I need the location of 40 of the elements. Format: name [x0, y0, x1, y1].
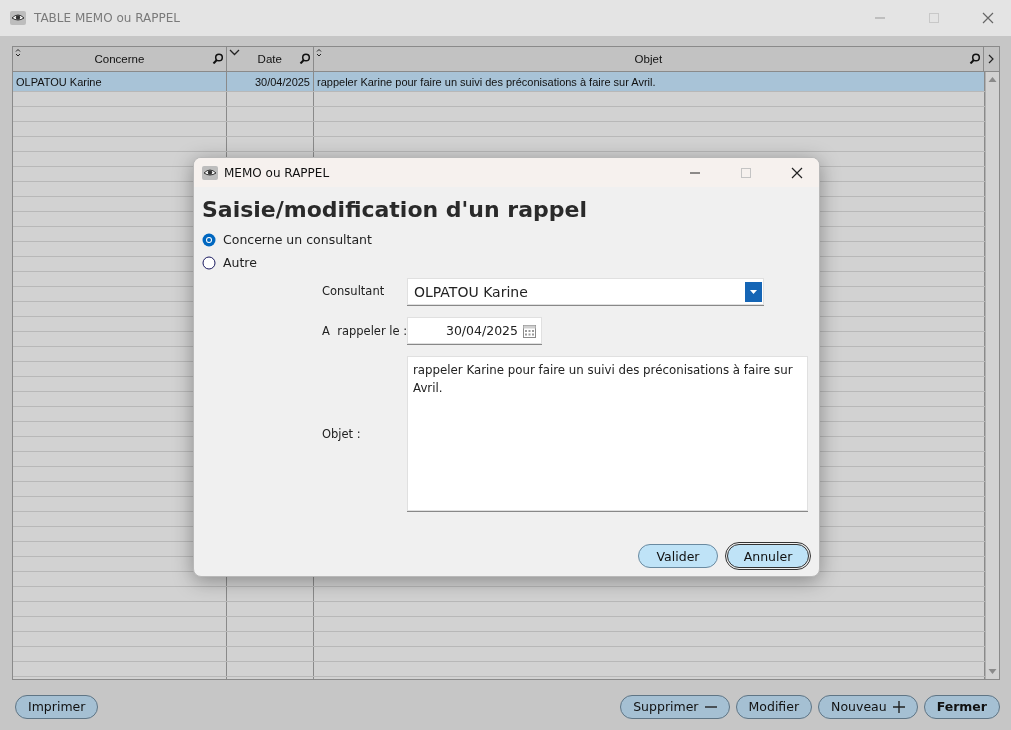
field-label: A rappeler le : [322, 322, 407, 340]
eye-icon [202, 165, 218, 180]
scrollbar[interactable] [985, 72, 999, 679]
footer-button[interactable]: Nouveau [818, 694, 918, 719]
footer-button[interactable]: Fermer [923, 694, 1000, 719]
search-icon[interactable] [211, 53, 223, 64]
date-field[interactable]: 30/04/2025 [407, 317, 542, 344]
caret-icon [749, 288, 758, 295]
radio-label[interactable]: Autre [223, 255, 257, 270]
radio-button[interactable] [202, 232, 216, 247]
plus-icon [892, 700, 905, 713]
footer-button[interactable]: Imprimer [15, 694, 99, 719]
text-area[interactable]: rappeler Karine pour faire un suivi des préconisations à faire sur Avril. [407, 356, 808, 511]
column-header-label[interactable]: Objet [634, 53, 663, 65]
search-icon[interactable] [969, 53, 980, 64]
table-cell: rappeler Karine pour faire un suivi des préconisations à faire sur Avril. [314, 72, 985, 91]
field-label: Consultant [322, 283, 386, 300]
chevron-right-icon[interactable] [987, 54, 996, 64]
dialog-heading: Saisie/modification d'un rappel [202, 197, 588, 222]
radio-button[interactable] [202, 255, 216, 270]
consultant-dropdown[interactable]: OLPATOU Karine [407, 278, 764, 305]
table-row[interactable]: OLPATOU Karine 30/04/2025 rappeler Karine pour faire un suivi des préconisations à faire sur Avril. [13, 72, 985, 92]
dialog-title: MEMO ou RAPPEL [224, 165, 331, 180]
calendar-icon [522, 322, 537, 339]
radio-label[interactable]: Concerne un consultant [223, 232, 372, 247]
table-cell: 30/04/2025 [227, 72, 314, 91]
footer-button[interactable]: Modifier [735, 694, 813, 719]
scroll-down-icon [988, 668, 997, 675]
column-header-label[interactable]: Concerne [94, 53, 145, 65]
column-header-label[interactable]: Date [257, 53, 282, 65]
table-cell: OLPATOU Karine [13, 72, 227, 91]
scroll-up-icon [988, 76, 997, 83]
search-icon[interactable] [298, 53, 310, 64]
window-title: TABLE MEMO ou RAPPEL [34, 11, 182, 25]
dialog-button[interactable]: Valider [638, 544, 718, 568]
footer-button[interactable]: Supprimer [620, 694, 730, 719]
eye-icon [10, 11, 26, 25]
dialog-button[interactable]: Annuler [727, 544, 809, 568]
field-label: Objet : [322, 425, 362, 443]
close-icon[interactable] [790, 166, 803, 179]
